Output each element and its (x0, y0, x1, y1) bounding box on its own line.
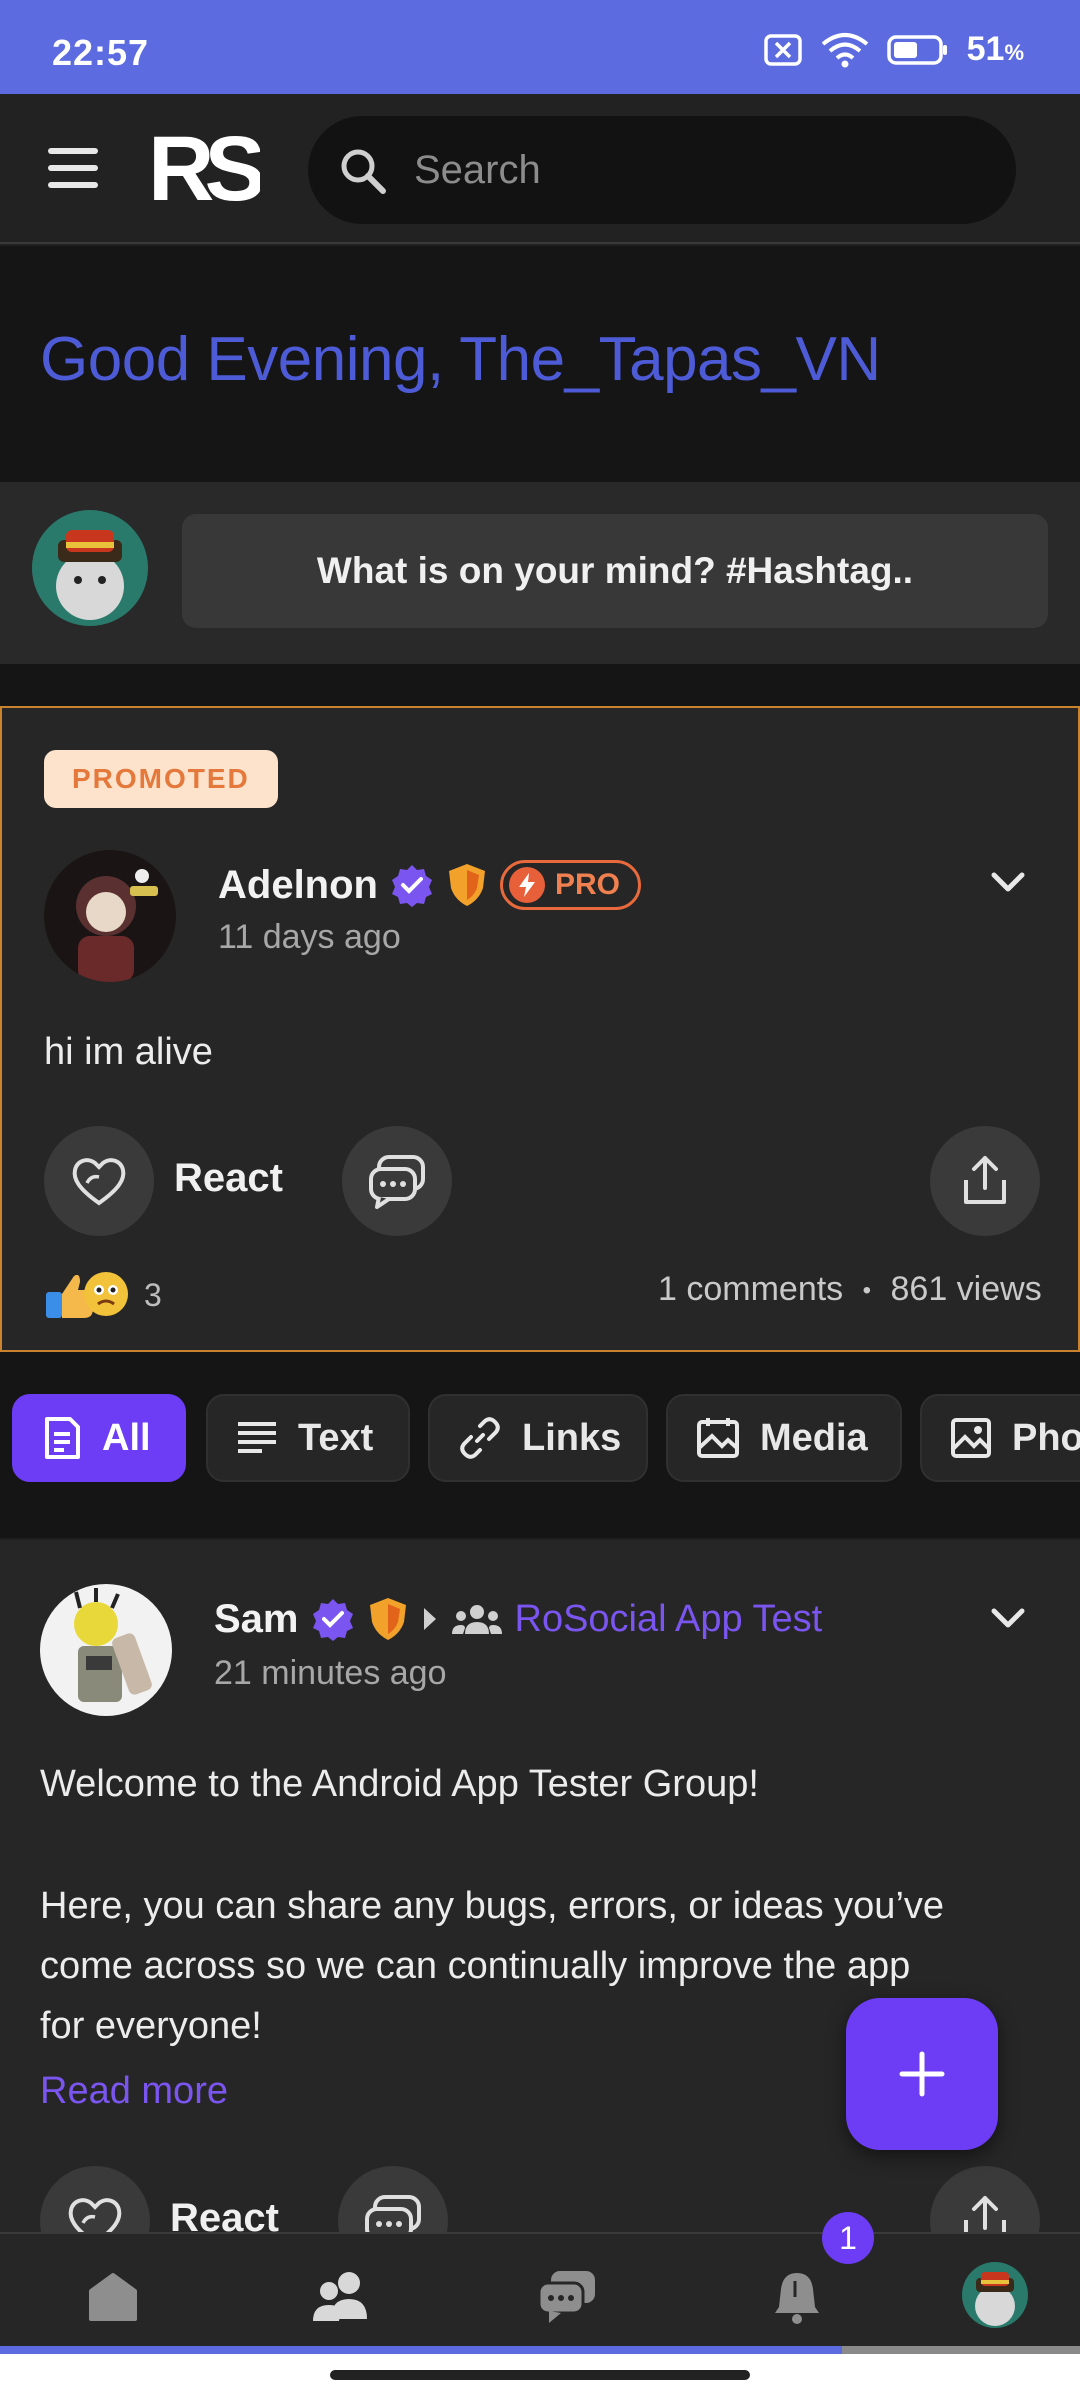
author-row: Adelnon PRO (218, 860, 641, 910)
hamburger-menu-icon[interactable] (48, 148, 98, 188)
battery-icon (886, 34, 947, 65)
sim-off-icon (763, 33, 802, 66)
status-bar: 22:57 51% (0, 0, 1080, 94)
author-name[interactable]: Sam (214, 1597, 299, 1642)
search-bar[interactable] (308, 116, 1016, 224)
filter-label: Text (298, 1416, 374, 1459)
filter-label: Links (522, 1416, 622, 1459)
greeting-text: Good Evening, The_Tapas_VN (40, 325, 881, 394)
greeting-banner: Good Evening, The_Tapas_VN (0, 246, 1080, 482)
battery-percent: 51% (966, 30, 1024, 68)
lightning-icon (508, 867, 545, 903)
filter-label: Pho (1012, 1416, 1080, 1459)
post-body-line: Here, you can share any bugs, errors, or… (40, 1885, 945, 1927)
post-timestamp: 11 days ago (218, 918, 401, 956)
app-header: RS (0, 94, 1080, 244)
home-gesture-handle[interactable] (330, 2370, 750, 2380)
user-avatar[interactable] (32, 510, 148, 626)
view-count: 861 views (890, 1270, 1042, 1308)
group-icon (451, 1605, 502, 1634)
post-body-line: for everyone! (40, 2005, 262, 2047)
author-name[interactable]: Adelnon (218, 863, 378, 908)
group-link[interactable]: RoSocial App Test (515, 1598, 823, 1641)
post-filter-tabs: All Text Links Media Pho (0, 1352, 1080, 1538)
filter-chip-all[interactable]: All (12, 1394, 186, 1482)
caret-right-icon (423, 1608, 436, 1630)
post-body-line: come across so we can continually improv… (40, 1945, 911, 1987)
chevron-down-icon[interactable] (986, 860, 1030, 904)
photo-icon (951, 1418, 991, 1458)
pro-label: PRO (554, 868, 620, 901)
notification-count-badge: 1 (822, 2212, 874, 2264)
search-input[interactable] (414, 138, 974, 202)
heart-icon (72, 1158, 126, 1206)
document-icon (45, 1417, 80, 1459)
status-icons: 51% (763, 30, 1024, 69)
home-icon (89, 2273, 137, 2321)
comment-button[interactable] (342, 1126, 452, 1236)
post-timestamp: 21 minutes ago (214, 1654, 447, 1692)
filter-chip-photos[interactable]: Pho (920, 1394, 1080, 1482)
status-time: 22:57 (52, 32, 150, 73)
post-stats: 1 comments • 861 views (658, 1270, 1042, 1309)
create-post-fab[interactable] (846, 1998, 998, 2150)
pro-badge: PRO (499, 860, 641, 910)
read-more-link[interactable]: Read more (40, 2070, 228, 2113)
bottom-navigation: 1 (0, 2212, 1080, 2350)
post-body-line: Welcome to the Android App Tester Group! (40, 1763, 759, 1805)
reaction-count: 3 (144, 1276, 162, 1313)
text-lines-icon (238, 1422, 276, 1453)
filter-chip-text[interactable]: Text (206, 1394, 410, 1482)
post-composer: What is on your mind? #Hashtag.. (0, 482, 1080, 664)
stat-separator: • (862, 1277, 872, 1305)
filter-label: All (102, 1416, 151, 1459)
chat-icon (537, 2271, 595, 2323)
thumbs-up-emoji-icon (46, 1272, 128, 1318)
react-button[interactable] (44, 1126, 154, 1236)
bell-icon (775, 2273, 819, 2324)
scroll-progress-fill (0, 2346, 843, 2354)
section-spacer (0, 664, 1080, 706)
verified-icon (391, 865, 432, 907)
author-avatar[interactable] (44, 850, 176, 982)
app-root: 22:57 51% RS Good Evening, The_Tapas_VN … (0, 0, 1080, 2400)
author-avatar[interactable] (40, 1584, 172, 1716)
react-label[interactable]: React (174, 1156, 283, 1201)
share-icon (964, 1156, 1006, 1204)
media-icon (697, 1418, 739, 1458)
filter-label: Media (760, 1416, 868, 1459)
comment-count[interactable]: 1 comments (658, 1270, 843, 1308)
logo-text: RS (148, 124, 260, 210)
search-icon (341, 149, 386, 194)
nav-profile-avatar[interactable] (962, 2262, 1028, 2328)
post-body: hi im alive (44, 1031, 213, 1073)
chevron-down-icon[interactable] (986, 1596, 1030, 1640)
rs-logo[interactable]: RS (148, 124, 260, 210)
comment-icon (369, 1155, 425, 1209)
share-button[interactable] (930, 1126, 1040, 1236)
link-icon (460, 1417, 500, 1459)
shield-icon (369, 1598, 406, 1640)
shield-icon (448, 864, 485, 906)
scroll-progress-bar (0, 2346, 1080, 2354)
nav-chat[interactable] (532, 2262, 602, 2332)
nav-home[interactable] (78, 2262, 148, 2332)
author-row: Sam RoSocial App Test (214, 1596, 822, 1642)
filter-chip-links[interactable]: Links (428, 1394, 648, 1482)
friends-icon (313, 2272, 367, 2321)
gesture-bar (0, 2354, 1080, 2400)
wifi-icon (821, 32, 868, 67)
filter-chip-media[interactable]: Media (666, 1394, 902, 1482)
nav-friends[interactable] (306, 2262, 376, 2332)
plus-icon (899, 2051, 945, 2097)
reaction-summary[interactable]: 3 (44, 1268, 162, 1322)
compose-prompt-button[interactable]: What is on your mind? #Hashtag.. (182, 514, 1048, 628)
verified-icon (312, 1599, 353, 1641)
promoted-badge: PROMOTED (44, 750, 278, 808)
profile-avatar-icon (962, 2262, 1028, 2328)
promoted-post-card: PROMOTED Adelnon PRO 11 days ago hi im a… (0, 706, 1080, 1352)
nav-notifications[interactable] (762, 2262, 832, 2332)
